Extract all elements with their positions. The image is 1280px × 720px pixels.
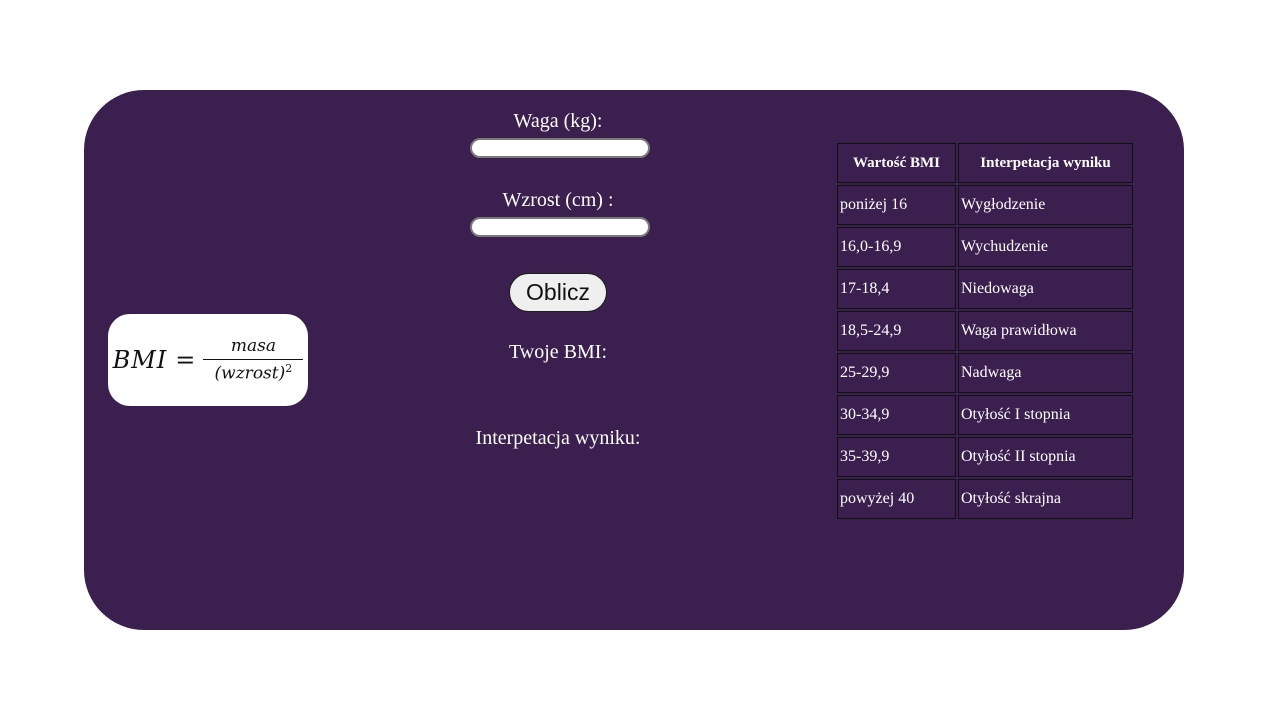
formula-denominator-text: (wzrost) — [214, 363, 286, 384]
bmi-formula-card: BMI = masa (wzrost)2 — [108, 314, 308, 406]
bmi-reference-table: Wartość BMI Interpetacja wyniku poniżej … — [835, 141, 1135, 521]
formula-fraction: masa (wzrost)2 — [203, 336, 304, 384]
bmi-range-cell: 17-18,4 — [837, 269, 956, 309]
table-row: 25-29,9 Nadwaga — [837, 353, 1133, 393]
bmi-range-cell: 16,0-16,9 — [837, 227, 956, 267]
height-label: Wzrost (cm) : — [502, 189, 614, 211]
interpretation-cell: Waga prawidłowa — [958, 311, 1133, 351]
interpretation-cell: Nadwaga — [958, 353, 1133, 393]
height-input[interactable] — [470, 217, 650, 237]
table-row: 30-34,9 Otyłość I stopnia — [837, 395, 1133, 435]
formula-equals: = — [175, 346, 196, 374]
interpretation-cell: Otyłość skrajna — [958, 479, 1133, 519]
table-row: powyżej 40 Otyłość skrajna — [837, 479, 1133, 519]
bmi-result-label: Twoje BMI: — [508, 341, 608, 363]
formula-numerator: masa — [203, 336, 304, 361]
interpretation-cell: Wygłodzenie — [958, 185, 1133, 225]
table-row: 35-39,9 Otyłość II stopnia — [837, 437, 1133, 477]
header-interpretation: Interpetacja wyniku — [958, 143, 1133, 183]
interpretation-cell: Otyłość II stopnia — [958, 437, 1133, 477]
bmi-range-cell: 25-29,9 — [837, 353, 956, 393]
formula-exponent: 2 — [285, 362, 293, 376]
table-row: 16,0-16,9 Wychudzenie — [837, 227, 1133, 267]
interpretation-cell: Wychudzenie — [958, 227, 1133, 267]
formula-denominator: (wzrost)2 — [215, 360, 293, 384]
table-row: 17-18,4 Niedowaga — [837, 269, 1133, 309]
table-row: 18,5-24,9 Waga prawidłowa — [837, 311, 1133, 351]
bmi-range-cell: 18,5-24,9 — [837, 311, 956, 351]
formula-lhs: BMI — [112, 346, 168, 374]
bmi-range-cell: powyżej 40 — [837, 479, 956, 519]
header-bmi-value: Wartość BMI — [837, 143, 956, 183]
interpretation-cell: Niedowaga — [958, 269, 1133, 309]
bmi-range-cell: 30-34,9 — [837, 395, 956, 435]
interpretation-label: Interpetacja wyniku: — [475, 427, 641, 449]
bmi-panel: BMI = masa (wzrost)2 Waga (kg): Wzrost (… — [84, 90, 1184, 630]
table-row: poniżej 16 Wygłodzenie — [837, 185, 1133, 225]
interpretation-cell: Otyłość I stopnia — [958, 395, 1133, 435]
calculate-button[interactable]: Oblicz — [509, 273, 607, 312]
weight-label: Waga (kg): — [513, 110, 603, 132]
bmi-range-cell: poniżej 16 — [837, 185, 956, 225]
table-header-row: Wartość BMI Interpetacja wyniku — [837, 143, 1133, 183]
weight-input[interactable] — [470, 138, 650, 158]
bmi-range-cell: 35-39,9 — [837, 437, 956, 477]
bmi-formula: BMI = masa (wzrost)2 — [113, 336, 304, 384]
